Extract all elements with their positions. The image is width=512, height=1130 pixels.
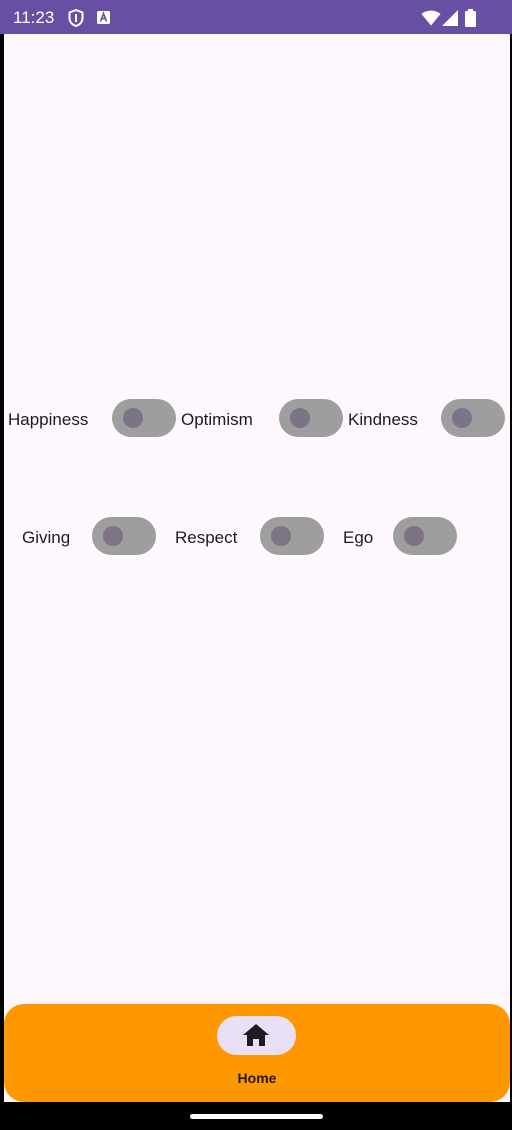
main-content: Happiness Optimism Kindness Giving Respe… xyxy=(4,34,510,1102)
switch-thumb xyxy=(123,408,143,428)
switch-thumb xyxy=(452,408,472,428)
switch-thumb xyxy=(271,526,291,546)
nav-item-home[interactable]: Home xyxy=(216,1016,298,1094)
kindness-switch[interactable] xyxy=(441,399,505,437)
a-badge-icon xyxy=(97,11,110,29)
ego-switch[interactable] xyxy=(393,517,457,555)
switch-thumb xyxy=(290,408,310,428)
switch-label-respect: Respect xyxy=(175,528,238,547)
signal-icon xyxy=(442,10,458,31)
respect-switch[interactable] xyxy=(260,517,324,555)
happiness-switch[interactable] xyxy=(112,399,176,437)
shield-icon xyxy=(68,8,84,32)
status-bar: 11:23 xyxy=(0,0,512,34)
switch-label-happiness: Happiness xyxy=(8,410,89,429)
switch-label-optimism: Optimism xyxy=(181,410,253,429)
switch-thumb xyxy=(404,526,424,546)
nav-active-indicator xyxy=(217,1016,296,1055)
gesture-navigation-handle[interactable] xyxy=(190,1114,323,1119)
bottom-navigation-bar: Home xyxy=(4,1004,510,1102)
battery-icon xyxy=(465,9,476,32)
giving-switch[interactable] xyxy=(92,517,156,555)
optimism-switch[interactable] xyxy=(279,399,343,437)
switch-label-giving: Giving xyxy=(22,528,71,547)
app-screen: 11:23 Happiness Optimism Kindness Giving… xyxy=(0,0,512,1130)
switch-thumb xyxy=(103,526,123,546)
switch-label-ego: Ego xyxy=(343,528,374,547)
switch-label-kindness: Kindness xyxy=(348,410,418,429)
nav-item-home-label: Home xyxy=(237,1070,277,1086)
status-time: 11:23 xyxy=(13,8,55,27)
home-icon xyxy=(243,1024,269,1046)
wifi-icon xyxy=(421,10,441,31)
